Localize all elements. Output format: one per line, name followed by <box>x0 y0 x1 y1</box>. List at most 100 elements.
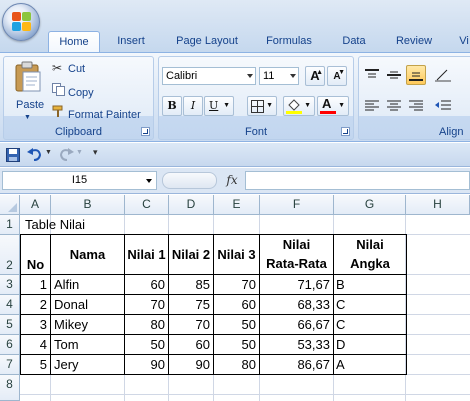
italic-button[interactable]: I <box>183 96 203 116</box>
cell-no[interactable]: 1 <box>21 275 50 294</box>
cell-angka[interactable]: C <box>334 295 406 314</box>
cell-rata-rata[interactable]: 53,33 <box>260 335 333 354</box>
cell-nilai-1[interactable]: 50 <box>125 335 168 354</box>
cell-nilai-3[interactable]: 50 <box>214 315 259 334</box>
redo-chevron-down-icon[interactable]: ▼ <box>76 149 83 156</box>
cell-angka[interactable]: C <box>334 315 406 334</box>
row-header-6[interactable]: 6 <box>0 335 20 355</box>
cell-nilai-3[interactable]: 80 <box>214 355 259 374</box>
orientation-button[interactable] <box>433 65 453 85</box>
header-nilai-angka[interactable]: Nilai Angka <box>334 235 406 274</box>
decrease-indent-button[interactable] <box>433 96 453 116</box>
header-nilai-rata-rata[interactable]: Nilai Rata-Rata <box>260 235 333 274</box>
format-painter-button[interactable]: Format Painter <box>52 105 141 121</box>
align-middle-button[interactable] <box>384 65 404 85</box>
row-header-3[interactable]: 3 <box>0 275 20 295</box>
column-header-f[interactable]: F <box>260 195 334 215</box>
redo-icon[interactable] <box>58 148 74 162</box>
save-icon[interactable] <box>6 148 20 162</box>
align-center-button[interactable] <box>384 96 404 116</box>
header-nilai-3[interactable]: Nilai 3 <box>214 235 259 274</box>
cell-nilai-1[interactable]: 60 <box>125 275 168 294</box>
header-no[interactable]: No <box>21 235 50 274</box>
cell-nama[interactable]: Donal <box>51 295 124 314</box>
header-nilai-2[interactable]: Nilai 2 <box>169 235 213 274</box>
name-box[interactable]: I15 <box>2 171 157 190</box>
borders-button[interactable]: ▼ <box>247 96 277 116</box>
font-family-select[interactable]: Calibri <box>162 67 256 85</box>
row-header-7[interactable]: 7 <box>0 355 20 375</box>
cell-nilai-2[interactable]: 90 <box>169 355 213 374</box>
header-nilai-1[interactable]: Nilai 1 <box>125 235 168 274</box>
cell-nilai-2[interactable]: 85 <box>169 275 213 294</box>
bold-button[interactable]: B <box>162 96 182 116</box>
cell-nilai-1[interactable]: 70 <box>125 295 168 314</box>
row-header-1[interactable]: 1 <box>0 215 20 235</box>
column-header-g[interactable]: G <box>334 195 406 215</box>
font-color-button[interactable]: A ▼ <box>317 96 349 116</box>
cell-nilai-1[interactable]: 80 <box>125 315 168 334</box>
tab-data[interactable]: Data <box>336 31 372 52</box>
cell-nilai-1[interactable]: 90 <box>125 355 168 374</box>
grow-font-button[interactable]: A ▲ <box>305 66 325 86</box>
cell-nilai-3[interactable]: 70 <box>214 275 259 294</box>
column-header-d[interactable]: D <box>169 195 214 215</box>
tab-page-layout[interactable]: Page Layout <box>170 31 244 52</box>
row-header-2[interactable]: 2 <box>0 235 20 275</box>
cell-nilai-2[interactable]: 60 <box>169 335 213 354</box>
column-header-a[interactable]: A <box>20 195 51 215</box>
cell-nama[interactable]: Mikey <box>51 315 124 334</box>
cell-nama[interactable]: Jery <box>51 355 124 374</box>
header-nama[interactable]: Nama <box>51 235 124 274</box>
paste-button[interactable]: Paste ▼ <box>7 59 49 123</box>
cell-nama[interactable]: Alfin <box>51 275 124 294</box>
undo-chevron-down-icon[interactable]: ▼ <box>45 149 52 156</box>
customize-toolbar-chevron-icon[interactable]: ▾ <box>93 147 98 158</box>
cell-rata-rata[interactable]: 71,67 <box>260 275 333 294</box>
tab-formulas[interactable]: Formulas <box>260 31 318 52</box>
cell-nilai-3[interactable]: 60 <box>214 295 259 314</box>
formula-bar-resize-handle[interactable] <box>162 172 217 189</box>
cell-angka[interactable]: A <box>334 355 406 374</box>
cell-no[interactable]: 2 <box>21 295 50 314</box>
cell-no[interactable]: 5 <box>21 355 50 374</box>
cell-no[interactable]: 4 <box>21 335 50 354</box>
cell-angka[interactable]: D <box>334 335 406 354</box>
row-header-8[interactable]: 8 <box>0 375 20 401</box>
cell-rata-rata[interactable]: 68,33 <box>260 295 333 314</box>
office-button[interactable] <box>2 3 40 41</box>
align-bottom-button[interactable] <box>406 65 426 85</box>
insert-function-button[interactable]: fx <box>222 172 242 189</box>
column-header-e[interactable]: E <box>214 195 260 215</box>
align-top-button[interactable] <box>362 65 382 85</box>
cell-angka[interactable]: B <box>334 275 406 294</box>
column-header-c[interactable]: C <box>125 195 169 215</box>
undo-icon[interactable] <box>27 148 43 162</box>
cell-rata-rata[interactable]: 86,67 <box>260 355 333 374</box>
shrink-font-button[interactable]: A ▼ <box>327 66 347 86</box>
tab-review[interactable]: Review <box>388 31 440 52</box>
underline-button[interactable]: U ▼ <box>204 96 234 116</box>
cell-nama[interactable]: Tom <box>51 335 124 354</box>
clipboard-dialog-launcher-icon[interactable] <box>141 127 150 136</box>
cell-nilai-3[interactable]: 50 <box>214 335 259 354</box>
tab-view[interactable]: Vi <box>454 31 470 52</box>
cell-nilai-2[interactable]: 70 <box>169 315 213 334</box>
copy-button[interactable]: Copy <box>52 83 94 99</box>
cell-no[interactable]: 3 <box>21 315 50 334</box>
select-all-button[interactable] <box>0 195 20 215</box>
cell-rata-rata[interactable]: 66,67 <box>260 315 333 334</box>
cell-a1-title[interactable]: Table Nilai <box>23 216 173 234</box>
column-header-h[interactable]: H <box>406 195 470 215</box>
cut-button[interactable]: ✂ Cut <box>52 61 85 77</box>
font-dialog-launcher-icon[interactable] <box>341 127 350 136</box>
fill-color-button[interactable]: ▼ <box>283 96 315 116</box>
align-left-button[interactable] <box>362 96 382 116</box>
column-header-b[interactable]: B <box>51 195 125 215</box>
row-header-5[interactable]: 5 <box>0 315 20 335</box>
row-header-4[interactable]: 4 <box>0 295 20 315</box>
tab-insert[interactable]: Insert <box>108 31 154 52</box>
cell-nilai-2[interactable]: 75 <box>169 295 213 314</box>
formula-input[interactable] <box>245 171 470 190</box>
font-size-select[interactable]: 11 <box>259 67 299 85</box>
